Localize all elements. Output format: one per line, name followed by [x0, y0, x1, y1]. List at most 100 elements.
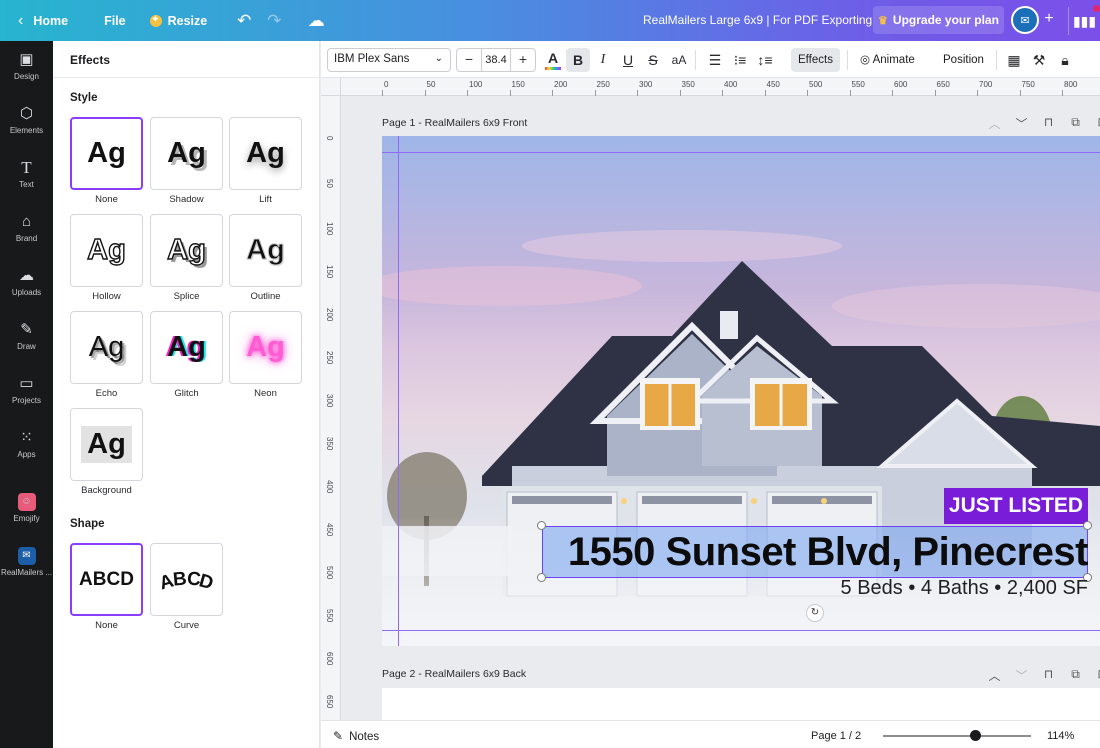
- rail-item-design[interactable]: ▣ Design: [0, 41, 53, 91]
- effects-button[interactable]: Effects: [791, 48, 840, 72]
- just-listed-badge[interactable]: JUST LISTED: [944, 488, 1088, 524]
- animate-label: Animate: [872, 54, 915, 66]
- ruler-tick-label: 350: [681, 80, 695, 89]
- resize-handle[interactable]: [537, 521, 546, 530]
- page-2-label[interactable]: Page 2 - RealMailers 6x9 Back: [382, 668, 526, 680]
- lock-page-icon[interactable]: ⊓: [1035, 667, 1062, 683]
- font-size-input[interactable]: 38.4: [481, 49, 511, 71]
- resize-button[interactable]: Resize: [142, 0, 216, 41]
- page-2[interactable]: [382, 688, 1100, 720]
- rotate-icon[interactable]: ↻: [806, 604, 824, 622]
- paint-roller-icon[interactable]: ⚒: [1027, 48, 1051, 72]
- rail-item-emojify[interactable]: ☺ Emojify: [0, 485, 53, 535]
- bold-button[interactable]: B: [566, 48, 590, 72]
- add-page-icon[interactable]: ⊞: [1089, 667, 1100, 683]
- rail-item-projects[interactable]: ▭ Projects: [0, 365, 53, 415]
- ruler-tick-label: 150: [325, 265, 334, 279]
- notes-label: Notes: [349, 731, 380, 743]
- rail-item-apps[interactable]: ⁙ Apps: [0, 419, 53, 469]
- rail-item-realmailers[interactable]: ✉ RealMailers ...: [0, 539, 53, 589]
- style-lift-tile[interactable]: Ag: [229, 117, 302, 190]
- notes-button[interactable]: ✎ Notes: [333, 729, 379, 743]
- home-button[interactable]: ‹ Home: [0, 0, 76, 41]
- rail-item-text[interactable]: T Text: [0, 149, 53, 199]
- strikethrough-button[interactable]: S: [641, 48, 665, 72]
- move-up-icon[interactable]: ︿: [981, 667, 1008, 683]
- page-1[interactable]: JUST LISTED 1550 Sunset Blvd, Pinecrest …: [382, 136, 1100, 646]
- position-button[interactable]: Position: [936, 48, 991, 72]
- property-details-text[interactable]: 5 Beds • 4 Baths • 2,400 SF: [742, 577, 1088, 600]
- lock-page-icon[interactable]: ⊓: [1035, 115, 1062, 131]
- style-neon-tile[interactable]: Ag: [229, 311, 302, 384]
- shape-curve-tile[interactable]: ABCD: [150, 543, 223, 616]
- curve-preview: ABCD: [157, 567, 216, 594]
- shape-section-title: Shape: [70, 518, 105, 530]
- ruler-corner: [321, 78, 341, 96]
- undo-icon[interactable]: ↶: [229, 0, 259, 41]
- zoom-slider[interactable]: [883, 735, 1031, 737]
- zoom-slider-handle[interactable]: [969, 730, 981, 741]
- style-glitch-tile[interactable]: Ag: [150, 311, 223, 384]
- color-swatch: [545, 67, 561, 70]
- style-outline-tile[interactable]: Ag: [229, 214, 302, 287]
- rail-label: Brand: [15, 234, 38, 243]
- animate-button[interactable]: ◎ Animate: [853, 48, 922, 72]
- share-plus-icon[interactable]: +: [1040, 10, 1058, 30]
- ruler-tick-label: 450: [766, 80, 780, 89]
- duplicate-page-icon[interactable]: ⧉: [1062, 667, 1089, 683]
- ruler-tick-label: 750: [1021, 80, 1035, 89]
- style-label: Background: [81, 485, 132, 496]
- text-color-button[interactable]: A: [541, 48, 565, 72]
- address-text[interactable]: 1550 Sunset Blvd, Pinecrest: [542, 526, 1089, 578]
- style-background-tile[interactable]: Ag: [70, 408, 143, 481]
- bleed-guide-top: [382, 152, 1100, 153]
- style-shadow-tile[interactable]: Ag: [150, 117, 223, 190]
- ruler-tick-label: 650: [936, 80, 950, 89]
- move-down-icon[interactable]: ﹀: [1008, 667, 1035, 683]
- cloud-sync-icon[interactable]: ☁: [301, 0, 331, 41]
- italic-button[interactable]: I: [591, 48, 615, 72]
- decrease-size-button[interactable]: −: [457, 49, 481, 71]
- rail-item-uploads[interactable]: ☁ Uploads: [0, 257, 53, 307]
- uploads-icon: ☁: [19, 267, 34, 284]
- rail-item-elements[interactable]: ⬡ Elements: [0, 95, 53, 145]
- document-title[interactable]: RealMailers Large 6x9 | For PDF Exportin…: [643, 13, 872, 27]
- increase-size-button[interactable]: +: [511, 49, 535, 71]
- transparency-icon[interactable]: ▦: [1002, 48, 1026, 72]
- file-menu[interactable]: File: [96, 0, 134, 41]
- ruler-tick-label: 0: [325, 136, 334, 141]
- style-hollow-tile[interactable]: Ag: [70, 214, 143, 287]
- rail-label: Design: [14, 72, 39, 81]
- ruler-tick-label: 350: [325, 437, 334, 451]
- style-splice-tile[interactable]: Ag: [150, 214, 223, 287]
- avatar[interactable]: ✉: [1011, 6, 1039, 34]
- page-1-label[interactable]: Page 1 - RealMailers 6x9 Front: [382, 117, 527, 129]
- redo-icon[interactable]: ↷: [259, 0, 289, 41]
- style-echo-tile[interactable]: Ag: [70, 311, 143, 384]
- move-up-icon[interactable]: ︿: [981, 115, 1008, 131]
- ruler-tick-label: 450: [325, 523, 334, 537]
- font-family-select[interactable]: IBM Plex Sans ⌄: [327, 48, 451, 72]
- style-none-tile[interactable]: Ag: [70, 117, 143, 190]
- duplicate-page-icon[interactable]: ⧉: [1062, 115, 1089, 131]
- resize-handle[interactable]: [537, 573, 546, 582]
- spacing-icon[interactable]: ↕≡: [753, 48, 777, 72]
- list-bullets-icon[interactable]: ⁝≡: [728, 48, 752, 72]
- rail-label: Elements: [9, 126, 44, 135]
- letter-case-button[interactable]: aA: [667, 48, 691, 72]
- add-page-icon[interactable]: ⊞: [1089, 115, 1100, 131]
- rail-item-brand[interactable]: ⌂ Brand: [0, 203, 53, 253]
- style-label: None: [95, 194, 118, 205]
- move-down-icon[interactable]: ﹀: [1008, 115, 1035, 131]
- upgrade-button[interactable]: ♛ Upgrade your plan: [873, 6, 1004, 34]
- shape-none-tile[interactable]: ABCD: [70, 543, 143, 616]
- toolbar-divider: [847, 50, 848, 70]
- rail-item-draw[interactable]: ✎ Draw: [0, 311, 53, 361]
- ruler-tick-label: 0: [384, 80, 389, 89]
- page-count[interactable]: Page 1 / 2: [811, 730, 861, 742]
- lock-icon[interactable]: 🔒︎: [1053, 48, 1077, 72]
- resize-handle[interactable]: [1083, 521, 1092, 530]
- align-right-icon[interactable]: ☰: [703, 48, 727, 72]
- underline-button[interactable]: U: [616, 48, 640, 72]
- zoom-value[interactable]: 114%: [1047, 730, 1074, 742]
